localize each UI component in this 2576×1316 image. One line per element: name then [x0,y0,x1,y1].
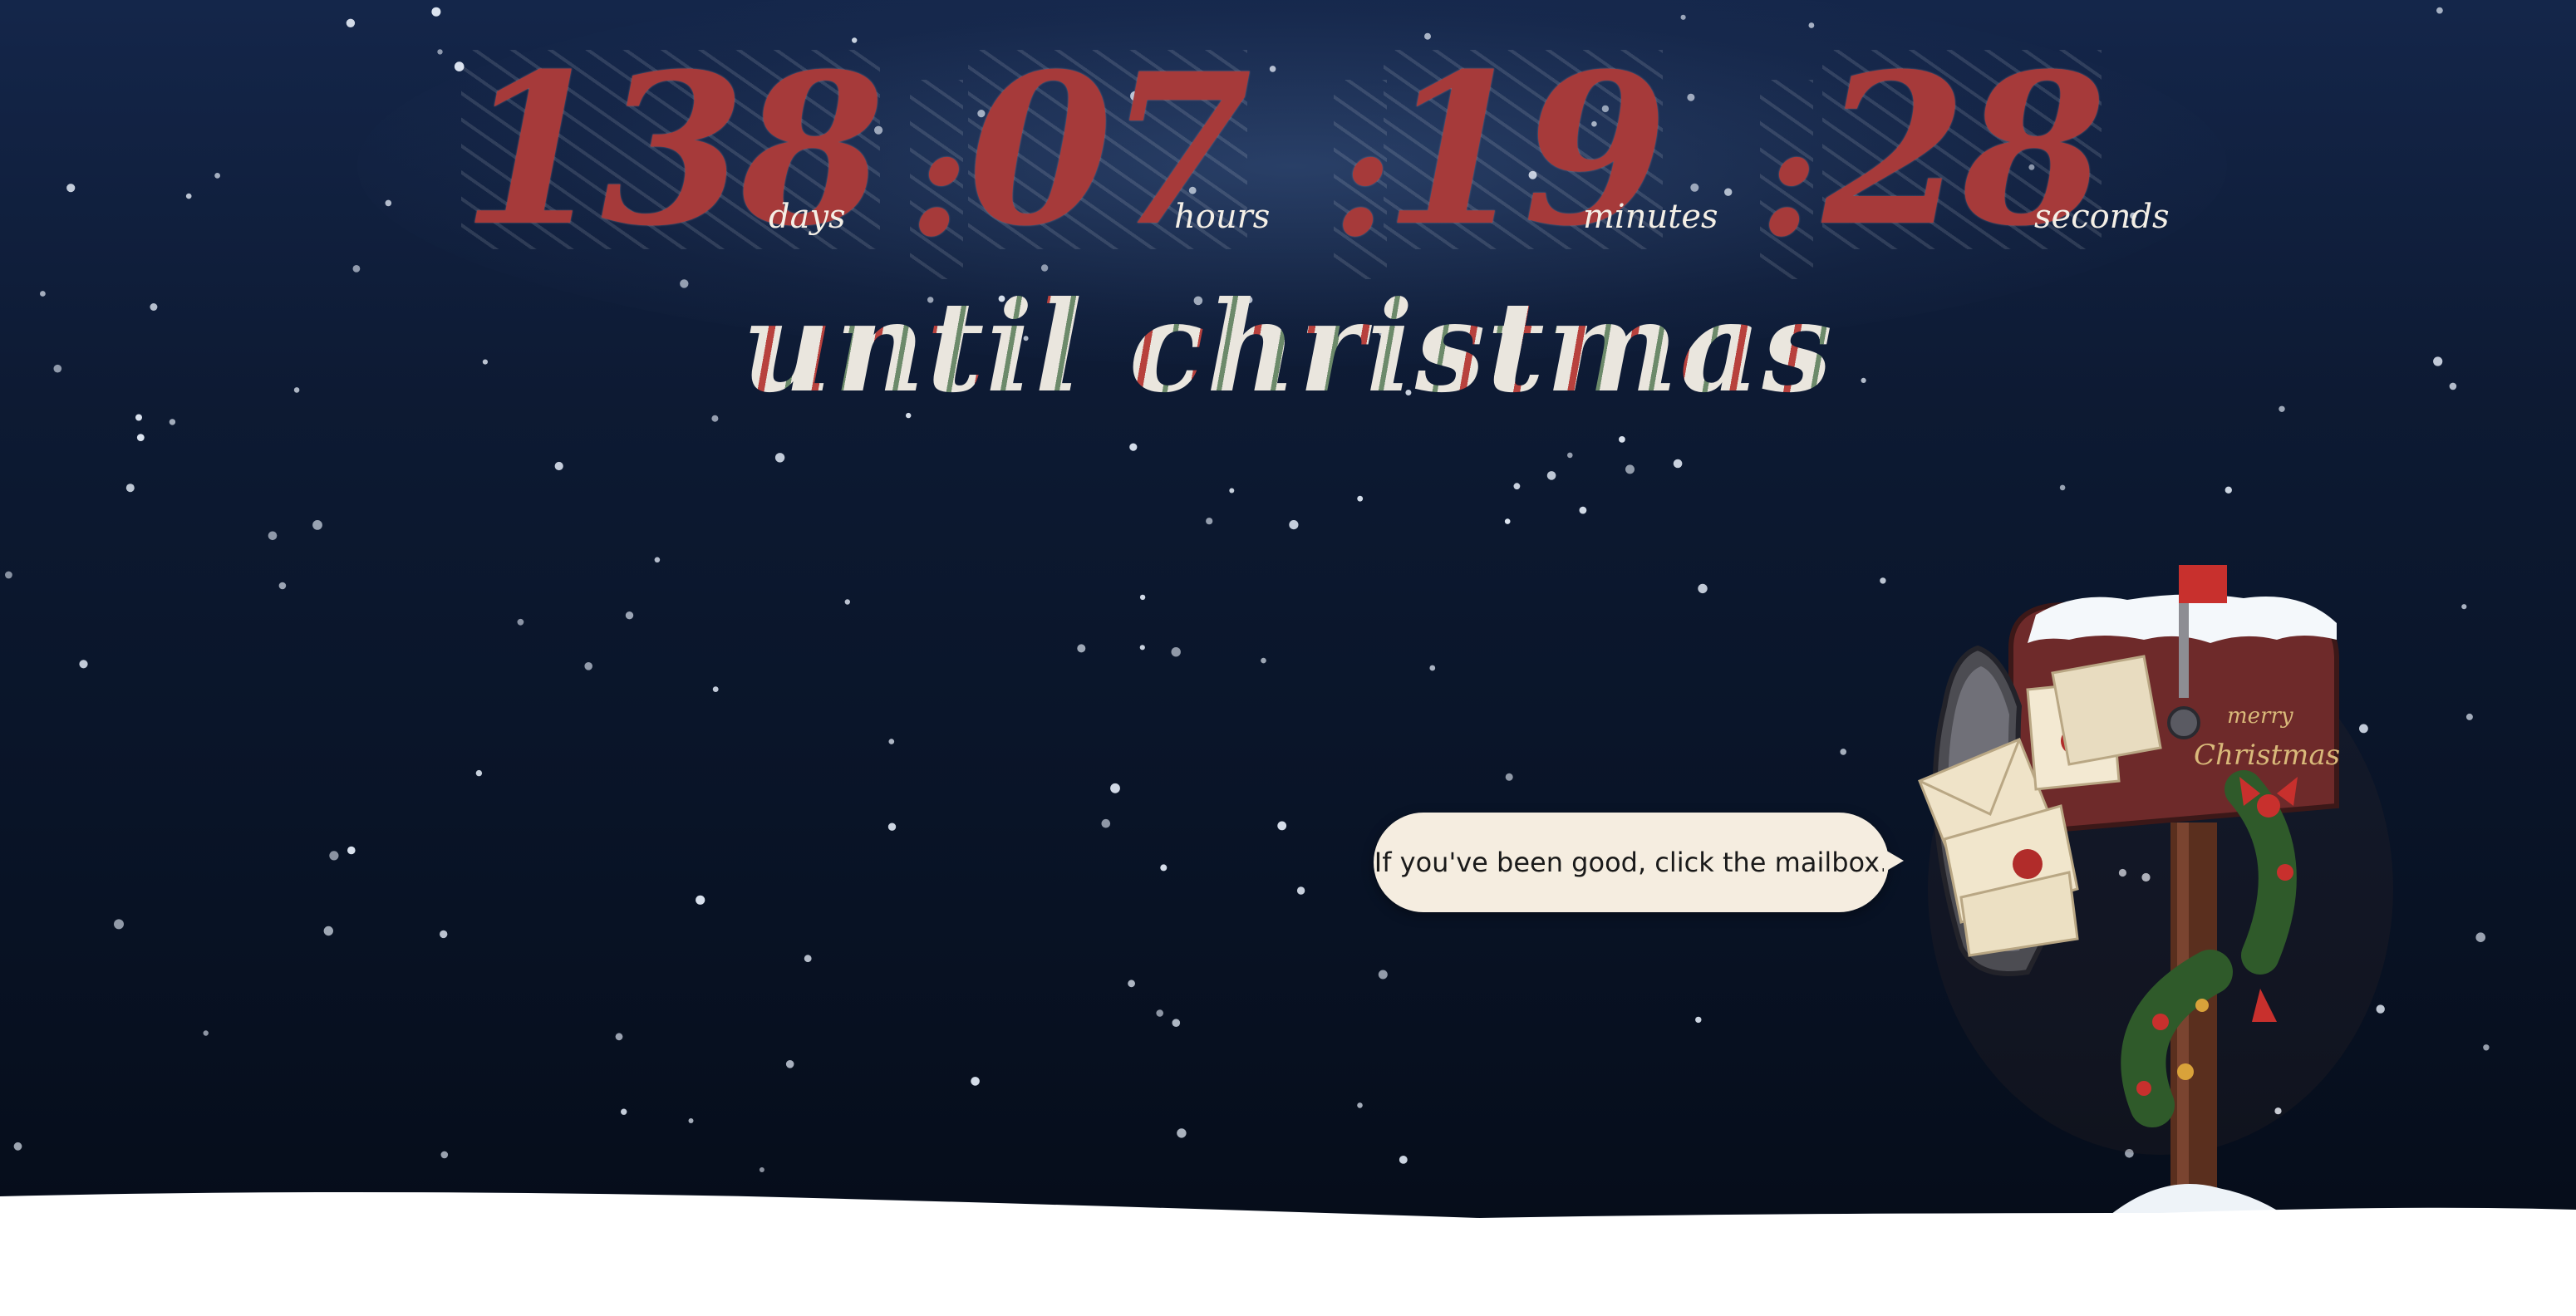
snowflake [1171,647,1181,657]
snowflake [1229,488,1235,494]
hint-speech-bubble: If you've been good, click the mailbox. [1374,813,1904,912]
snowflake [1625,464,1635,474]
snowflake [1567,452,1573,459]
snowflake [4,571,12,579]
page-title: until christmas [0,274,2576,420]
hours-label: hours [1174,198,1271,236]
snowflake [1808,22,1815,28]
snowflake [2475,932,2485,942]
snowflake [759,1167,764,1172]
snowflake [844,599,850,605]
countdown: 138 days : 07 hours : 19 minutes : 28 se… [0,33,2576,279]
snowflake [517,618,524,626]
snowflake [278,582,287,590]
snowflake [1277,821,1287,831]
snowflake [1296,886,1305,895]
snowflake [1156,1009,1163,1017]
snowflake [1289,520,1299,530]
snowflake [440,1151,449,1159]
snowflake [1139,645,1145,651]
snowflake [1695,1016,1702,1024]
snowflake [696,895,705,905]
snowflake [1357,495,1364,502]
snowflake [2465,713,2473,720]
snowflake [1505,773,1513,781]
snowflake [712,686,719,692]
snowflake [323,926,333,936]
snowflake [615,1033,623,1041]
minutes-label: minutes [1583,198,1718,236]
snowflake [440,930,448,939]
snowflake [1579,506,1587,514]
snowflake [584,662,592,670]
snow-ground [0,1192,2576,1316]
snowflake [625,611,634,620]
snowflake [1172,1019,1181,1027]
snowflake [346,18,356,27]
snowflake [431,7,441,17]
snowflake [1128,980,1135,988]
snowflake [887,822,897,831]
snowflake [554,461,563,471]
snowflake [1504,518,1511,524]
snowflake [475,769,483,777]
snowflake [1160,864,1168,872]
snowflake [971,1077,980,1086]
snowflake [2436,7,2443,14]
snowflake [1139,594,1146,601]
snowflake [1698,583,1708,594]
snowflake [785,1060,794,1068]
snowflake [268,531,278,541]
snowflake [1840,749,1846,755]
snowflake [804,955,812,963]
snowflake [1673,459,1683,469]
snowflake [114,919,124,930]
snowflake [79,660,88,669]
snowflake [136,434,145,441]
snowflake [1880,577,1886,584]
snowflake [1177,1128,1187,1138]
snowflake [1680,14,1686,20]
snowflake [1261,657,1266,664]
snowflake [1129,443,1138,451]
snowflake [329,851,339,861]
snowflake [312,520,322,530]
snowflake [688,1118,694,1123]
snowflake [1077,644,1086,653]
mailbox-flag [2179,565,2227,603]
snowflake [2461,604,2467,610]
snowflake [1357,1102,1363,1108]
snowflake [13,1142,22,1151]
snowflake [347,846,356,855]
snowflake [203,1030,209,1036]
separator: : [1760,80,1818,279]
separator: : [1334,80,1392,279]
snowflake [2483,1044,2490,1051]
snowflake [1513,483,1521,490]
snowflake [888,739,895,744]
snowflake [2059,484,2066,491]
mailbox-sign-top: merry [2227,704,2293,729]
seconds-label: seconds [2034,198,2170,236]
snowflake [774,453,785,463]
snowflake [352,265,361,273]
mailbox-icon[interactable]: merry Christmas [1911,557,2393,1246]
snowflake [621,1108,627,1115]
snowflake [1101,818,1111,828]
mailbox-sign-bottom: Christmas [2194,739,2340,772]
separator: : [910,80,968,279]
hint-text: If you've been good, click the mailbox. [1374,847,1889,878]
snowflake [1206,518,1213,525]
snowflake [2225,486,2232,494]
days-label: days [769,198,846,236]
snowflake [654,557,661,563]
snowflake [125,484,135,493]
snowflake [1546,471,1556,480]
snowflake [1429,665,1436,671]
snowflake [1378,970,1388,980]
snowflake [1399,1156,1408,1164]
snowflake [1619,436,1625,443]
snowflake [1110,783,1120,793]
